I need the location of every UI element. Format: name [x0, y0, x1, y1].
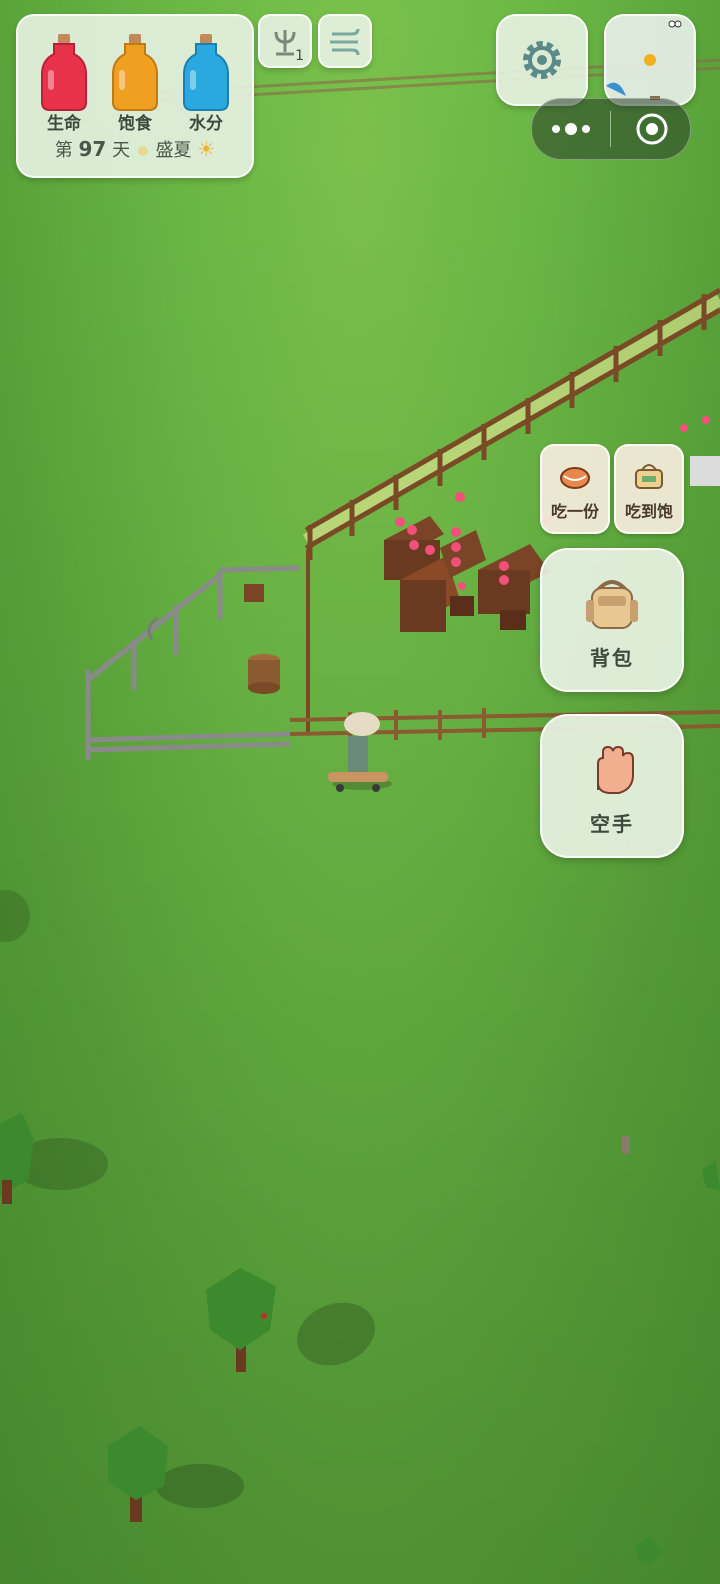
season-dot-icon — [137, 146, 148, 156]
eat-full-label: 吃到饱 — [624, 502, 673, 521]
hunger-label: 饱食 — [118, 114, 152, 134]
wind-button[interactable] — [318, 14, 372, 68]
lunchbox-icon — [635, 464, 663, 489]
empty-hand-button[interactable]: 空手 — [540, 714, 684, 858]
backpack-label: 背包 — [590, 646, 634, 670]
eat-one-label: 吃一份 — [550, 502, 599, 521]
hand-icon — [597, 745, 634, 794]
health-bottle — [40, 32, 88, 112]
capsule-divider — [610, 111, 611, 147]
close-button[interactable] — [612, 99, 690, 159]
eat-one-button[interactable]: 吃一份 — [540, 444, 610, 534]
mini-program-capsule — [531, 98, 691, 160]
hunger-bottle — [111, 32, 159, 112]
minimap-content — [606, 16, 694, 104]
hunger-bottle-icon — [112, 34, 158, 111]
day-prefix: 第 — [54, 140, 73, 161]
minimap[interactable] — [604, 14, 696, 106]
sun-icon: ☀ — [197, 137, 216, 161]
health-bottle-icon — [41, 34, 87, 111]
day-suffix: 天 — [112, 140, 131, 161]
wind-icon — [330, 28, 360, 56]
backpack-icon — [586, 580, 638, 629]
water-label: 水分 — [189, 114, 223, 134]
eat-full-button[interactable]: 吃到饱 — [614, 444, 684, 534]
water-bottle-icon — [183, 34, 229, 111]
more-button[interactable] — [532, 99, 610, 159]
antenna-button[interactable]: 1 — [258, 14, 312, 68]
empty-hand-label: 空手 — [590, 812, 634, 836]
day-season-line: 第 97 天 盛夏 ☀ — [18, 136, 252, 162]
more-dots-icon — [552, 123, 590, 135]
status-panel: 生命 饱食 水分 第 97 天 盛夏 ☀ — [16, 14, 254, 178]
target-circle-icon — [636, 113, 668, 145]
season-label: 盛夏 — [155, 140, 192, 161]
antenna-badge: 1 — [295, 48, 304, 64]
day-number: 97 — [78, 137, 107, 161]
backpack-button[interactable]: 背包 — [540, 548, 684, 692]
water-bottle — [182, 32, 230, 112]
settings-button[interactable] — [496, 14, 588, 106]
gear-icon — [523, 41, 561, 79]
food-bowl-icon — [560, 467, 590, 489]
barrel — [248, 654, 280, 694]
health-label: 生命 — [47, 114, 81, 134]
